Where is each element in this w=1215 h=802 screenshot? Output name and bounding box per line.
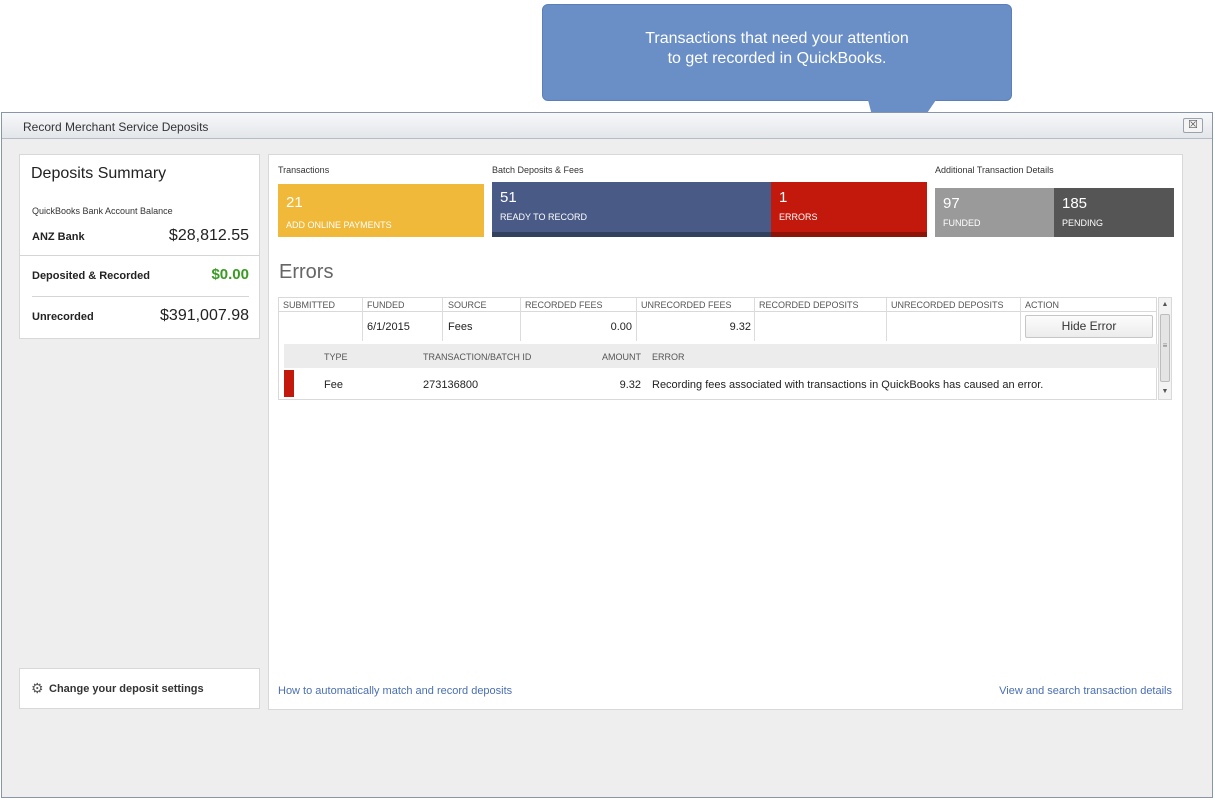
detail-batch-id: 273136800 (423, 379, 479, 391)
detail-amount: 9.32 (619, 379, 641, 391)
deposited-row: Deposited & Recorded $0.00 (32, 266, 249, 283)
unrecorded-value: $391,007.98 (160, 307, 249, 324)
cell-source: Fees (448, 321, 473, 333)
detail-col-error: ERROR (652, 352, 685, 362)
section-batch: Batch Deposits & Fees (492, 165, 584, 175)
deposit-settings-button[interactable]: ⚙ Change your deposit settings (19, 668, 260, 709)
unrecorded-label: Unrecorded (32, 311, 94, 323)
callout-line-2: to get recorded in QuickBooks. (667, 50, 887, 67)
detail-error-message: Recording fees associated with transacti… (652, 379, 1044, 391)
cell-recorded-fees: 0.00 (610, 321, 632, 333)
col-unrecorded-deposits: UNRECORDED DEPOSITS (891, 300, 1004, 310)
errors-table: SUBMITTED FUNDED SOURCE RECORDED FEES UN… (278, 297, 1159, 400)
section-additional: Additional Transaction Details (935, 165, 1054, 175)
tile-caption: ADD ONLINE PAYMENTS (286, 220, 392, 230)
tile-count: 185 (1062, 195, 1088, 212)
scroll-thumb[interactable]: ≡ (1160, 314, 1170, 382)
window-title: Record Merchant Service Deposits (23, 120, 209, 134)
errors-scrollbar[interactable]: ▲ ≡ ▼ (1158, 297, 1172, 400)
main-panel: Transactions Batch Deposits & Fees Addit… (268, 154, 1183, 710)
detail-col-amount: AMOUNT (602, 352, 641, 362)
tile-ready-to-record[interactable]: 51 READY TO RECORD (492, 182, 771, 237)
close-icon[interactable]: ☒ (1183, 118, 1203, 133)
deposit-settings-label: Change your deposit settings (49, 683, 204, 695)
tile-caption: FUNDED (943, 218, 981, 228)
col-action: ACTION (1025, 300, 1060, 310)
cell-unrecorded-fees: 9.32 (729, 321, 751, 333)
tile-add-online-payments[interactable]: 21 ADD ONLINE PAYMENTS (278, 184, 484, 237)
match-deposits-link[interactable]: How to automatically match and record de… (278, 685, 512, 697)
tile-caption: PENDING (1062, 218, 1104, 228)
col-funded: FUNDED (367, 300, 405, 310)
error-marker (284, 370, 294, 397)
gear-icon: ⚙ (31, 680, 44, 696)
view-transactions-link[interactable]: View and search transaction details (999, 685, 1172, 697)
detail-col-type: TYPE (324, 352, 348, 362)
cell-funded: 6/1/2015 (367, 321, 410, 333)
error-detail-row: Fee 273136800 9.32 Recording fees associ… (284, 370, 1159, 398)
hide-error-button[interactable]: Hide Error (1025, 315, 1153, 338)
detail-col-batch-id: TRANSACTION/BATCH ID (423, 352, 532, 362)
callout-tooltip: Transactions that need your attention to… (542, 4, 1012, 101)
tile-count: 97 (943, 195, 960, 212)
tile-pending[interactable]: 185 PENDING (1054, 188, 1174, 237)
col-source: SOURCE (448, 300, 487, 310)
deposits-summary-panel: Deposits Summary QuickBooks Bank Account… (19, 154, 260, 339)
bank-balance-label: QuickBooks Bank Account Balance (32, 206, 173, 216)
callout-line-1: Transactions that need your attention (645, 30, 909, 47)
bank-balance-value: $28,812.55 (168, 227, 249, 244)
bank-balance-row: ANZ Bank $28,812.55 (32, 227, 249, 245)
summary-divider (20, 255, 259, 256)
summary-divider (32, 296, 249, 297)
tile-caption: ERRORS (779, 212, 818, 222)
detail-type: Fee (324, 379, 343, 391)
deposited-value: $0.00 (211, 266, 249, 283)
scroll-up-icon[interactable]: ▲ (1159, 298, 1171, 312)
tile-funded[interactable]: 97 FUNDED (935, 188, 1054, 237)
tile-count: 51 (500, 189, 517, 206)
table-header: SUBMITTED FUNDED SOURCE RECORDED FEES UN… (279, 298, 1156, 312)
scroll-down-icon[interactable]: ▼ (1159, 385, 1171, 399)
tile-count: 21 (286, 194, 303, 211)
section-transactions: Transactions (278, 165, 330, 175)
error-detail-header: TYPE TRANSACTION/BATCH ID AMOUNT ERROR (284, 344, 1159, 368)
tile-caption: READY TO RECORD (500, 212, 588, 222)
col-recorded-deposits: RECORDED DEPOSITS (759, 300, 859, 310)
tile-count: 1 (779, 189, 788, 206)
errors-heading: Errors (279, 261, 334, 283)
tile-errors[interactable]: 1 ERRORS (771, 182, 927, 237)
unrecorded-row: Unrecorded $391,007.98 (32, 307, 249, 325)
col-submitted: SUBMITTED (283, 300, 336, 310)
col-recorded-fees: RECORDED FEES (525, 300, 603, 310)
window-titlebar: Record Merchant Service Deposits ☒ (2, 113, 1212, 139)
summary-title: Deposits Summary (31, 165, 167, 182)
col-unrecorded-fees: UNRECORDED FEES (641, 300, 732, 310)
record-deposits-window: Record Merchant Service Deposits ☒ Depos… (1, 112, 1213, 798)
deposited-label: Deposited & Recorded (32, 270, 150, 282)
bank-name: ANZ Bank (32, 231, 85, 243)
